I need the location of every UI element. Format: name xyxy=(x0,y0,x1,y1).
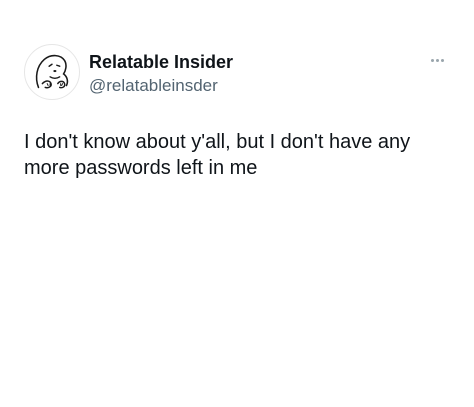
ellipsis-icon xyxy=(440,58,444,62)
avatar[interactable] xyxy=(24,44,80,100)
author-handle[interactable]: @relatableinsder xyxy=(89,75,218,96)
tweet-text: I don't know about y'all, but I don't ha… xyxy=(24,131,411,179)
ellipsis-icon xyxy=(435,58,439,62)
cartoon-face-icon xyxy=(35,54,69,89)
author-display-name[interactable]: Relatable Insider xyxy=(89,51,233,73)
more-options-button[interactable] xyxy=(424,52,450,68)
tweet-card: Relatable Insider @relatableinsder I don… xyxy=(0,0,474,407)
ellipsis-icon xyxy=(430,58,434,62)
